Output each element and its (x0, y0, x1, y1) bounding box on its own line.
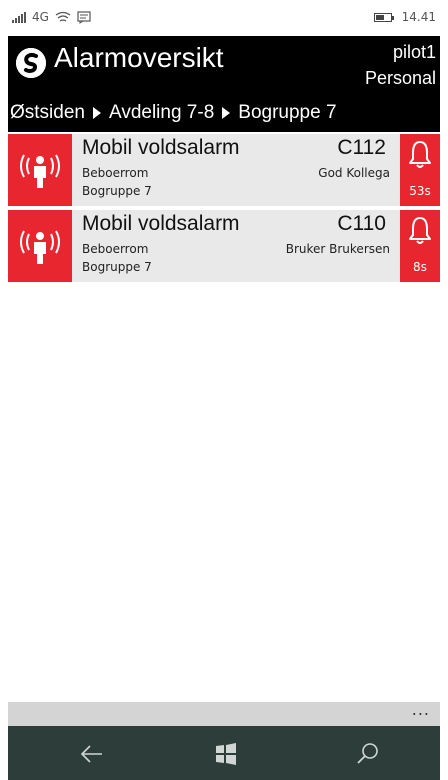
alarm-code: C110 (337, 212, 386, 235)
page-title: Alarmoversikt (54, 42, 224, 73)
breadcrumb-separator-icon (222, 107, 231, 119)
alarm-details: Mobil voldsalarm C110 Beboerrom Bruker B… (72, 210, 398, 282)
battery-icon (373, 12, 394, 22)
user-name[interactable]: pilot1 (393, 42, 436, 63)
bell-icon (409, 217, 431, 244)
breadcrumb-item-avdeling[interactable]: Avdeling 7-8 (109, 102, 214, 124)
message-icon (77, 10, 91, 24)
network-label: 4G (32, 10, 49, 24)
signal-icon (12, 11, 26, 23)
navigation-bar (8, 726, 440, 780)
alarm-bell-button[interactable]: 8s (400, 210, 440, 282)
breadcrumb: Østsiden Avdeling 7-8 Bogruppe 7 (10, 102, 337, 124)
alarm-type: Mobil voldsalarm (82, 212, 240, 235)
back-icon[interactable] (78, 740, 106, 768)
phone-screen: 4G 14.41 Alarmoversikt pilot1 Personal Ø… (8, 0, 440, 780)
app-header: Alarmoversikt pilot1 Personal Østsiden A… (8, 36, 440, 132)
violence-alarm-icon (8, 134, 72, 206)
wifi-icon (55, 11, 71, 22)
app-bar: ... (8, 700, 440, 726)
alarm-group: Bogruppe 7 (82, 184, 152, 198)
alarm-code: C112 (337, 136, 386, 159)
windows-start-icon[interactable] (212, 740, 240, 768)
alarm-timer: 53s (409, 184, 431, 198)
breadcrumb-separator-icon (92, 107, 101, 119)
status-bar: 4G 14.41 (8, 0, 440, 36)
alarm-group: Bogruppe 7 (82, 260, 152, 274)
breadcrumb-item-ostsiden[interactable]: Østsiden (10, 102, 85, 124)
breadcrumb-item-bogruppe[interactable]: Bogruppe 7 (238, 102, 336, 124)
status-right: 14.41 (373, 10, 436, 24)
alarm-room: Beboerrom (82, 166, 149, 180)
clock: 14.41 (401, 10, 436, 24)
alarm-item[interactable]: Mobil voldsalarm C110 Beboerrom Bruker B… (8, 210, 440, 282)
alarm-bell-button[interactable]: 53s (400, 134, 440, 206)
alarm-details: Mobil voldsalarm C112 Beboerrom God Koll… (72, 134, 398, 206)
alarm-person: Bruker Brukersen (285, 242, 390, 256)
alarm-item[interactable]: Mobil voldsalarm C112 Beboerrom God Koll… (8, 134, 440, 206)
user-role: Personal (364, 68, 436, 88)
status-left: 4G (12, 10, 91, 24)
search-icon[interactable] (354, 740, 382, 768)
alarm-room: Beboerrom (82, 242, 149, 256)
more-options-button[interactable]: ... (412, 700, 430, 719)
alarm-person: God Kollega (318, 166, 390, 180)
bell-icon (409, 141, 431, 168)
alarm-type: Mobil voldsalarm (82, 136, 240, 159)
app-logo-icon (16, 48, 46, 78)
alarm-timer: 8s (413, 260, 427, 274)
alarm-list: Mobil voldsalarm C112 Beboerrom God Koll… (8, 134, 440, 286)
violence-alarm-icon (8, 210, 72, 282)
